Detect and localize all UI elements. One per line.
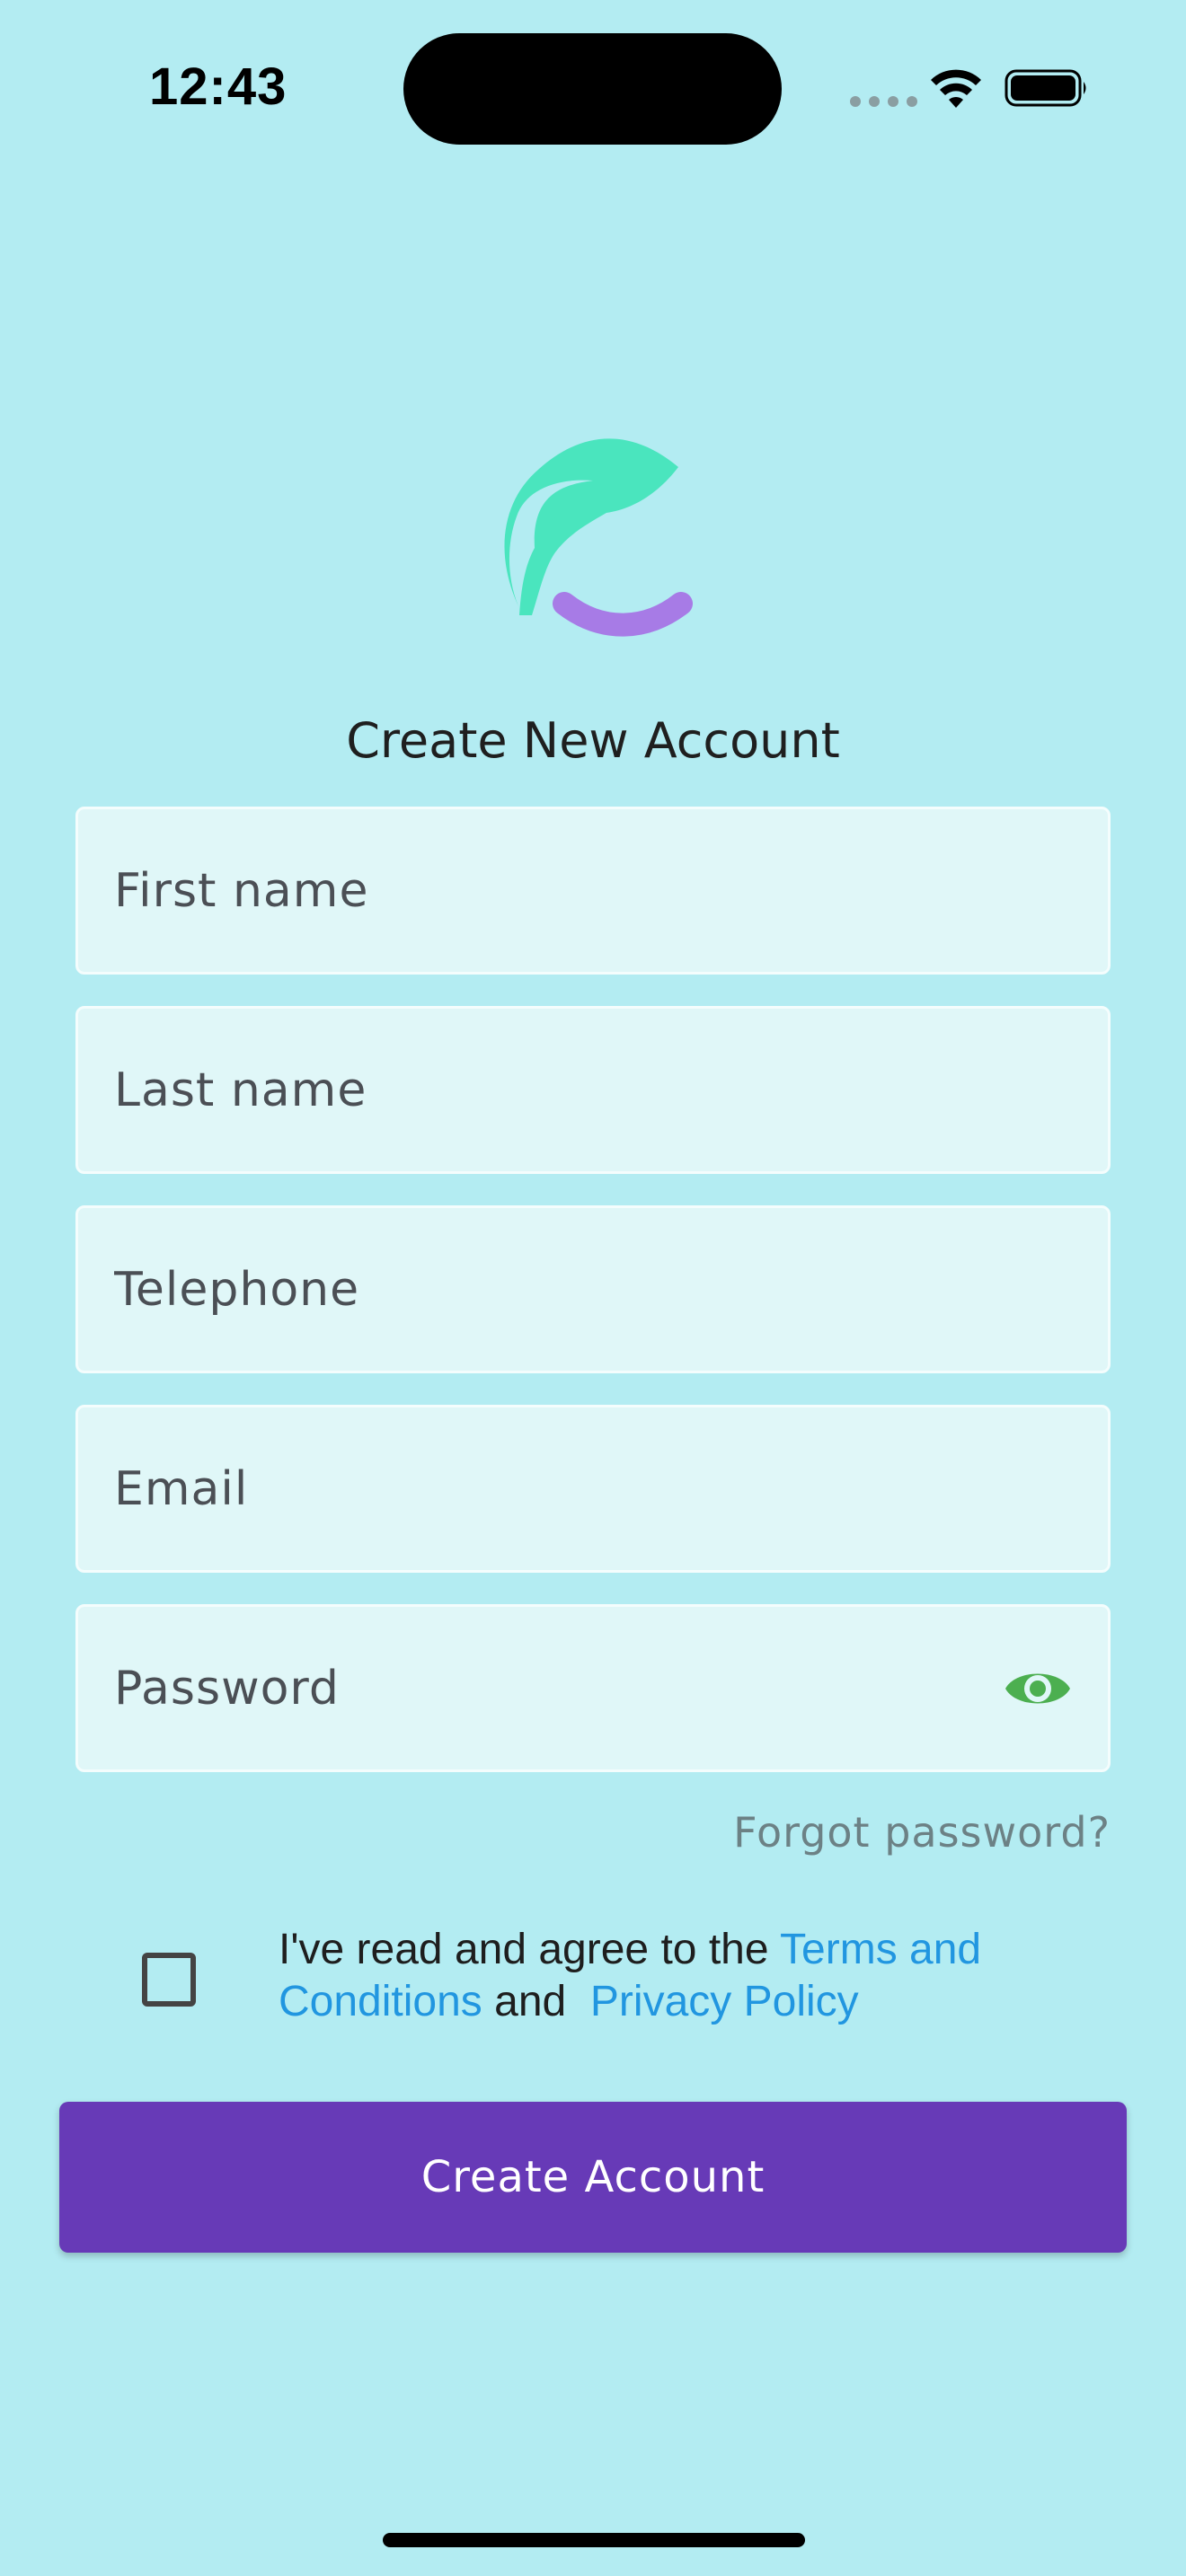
battery-icon: [1005, 69, 1086, 107]
eye-icon[interactable]: [1004, 1663, 1072, 1714]
wifi-icon: [931, 69, 981, 108]
terms-checkbox[interactable]: [142, 1953, 196, 2007]
home-indicator: [383, 2533, 805, 2547]
privacy-policy-link[interactable]: Privacy Policy: [590, 1978, 859, 2025]
telephone-field[interactable]: [75, 1205, 1111, 1373]
terms-joiner: and: [482, 1978, 590, 2025]
email-field[interactable]: [75, 1405, 1111, 1573]
last-name-field[interactable]: [75, 1006, 1111, 1174]
cellular-signal-icon: [850, 96, 917, 107]
email-input[interactable]: [114, 1407, 1108, 1570]
password-field[interactable]: [75, 1604, 1111, 1772]
forgot-password-link[interactable]: Forgot password?: [733, 1805, 1111, 1859]
leaf-e-logo-icon: [504, 438, 693, 637]
first-name-input[interactable]: [114, 809, 1108, 972]
terms-prefix: I've read and agree to the: [279, 1926, 781, 1973]
first-name-field[interactable]: [75, 807, 1111, 975]
page-title: Create New Account: [346, 712, 840, 769]
dynamic-island: [403, 33, 782, 145]
last-name-input[interactable]: [114, 1009, 1108, 1171]
telephone-input[interactable]: [114, 1208, 1108, 1371]
status-bar-time: 12:43: [149, 57, 288, 116]
create-account-button[interactable]: Create Account: [59, 2102, 1127, 2253]
terms-agreement-text: I've read and agree to the Terms and Con…: [279, 1924, 1051, 2028]
password-input[interactable]: [114, 1607, 991, 1769]
